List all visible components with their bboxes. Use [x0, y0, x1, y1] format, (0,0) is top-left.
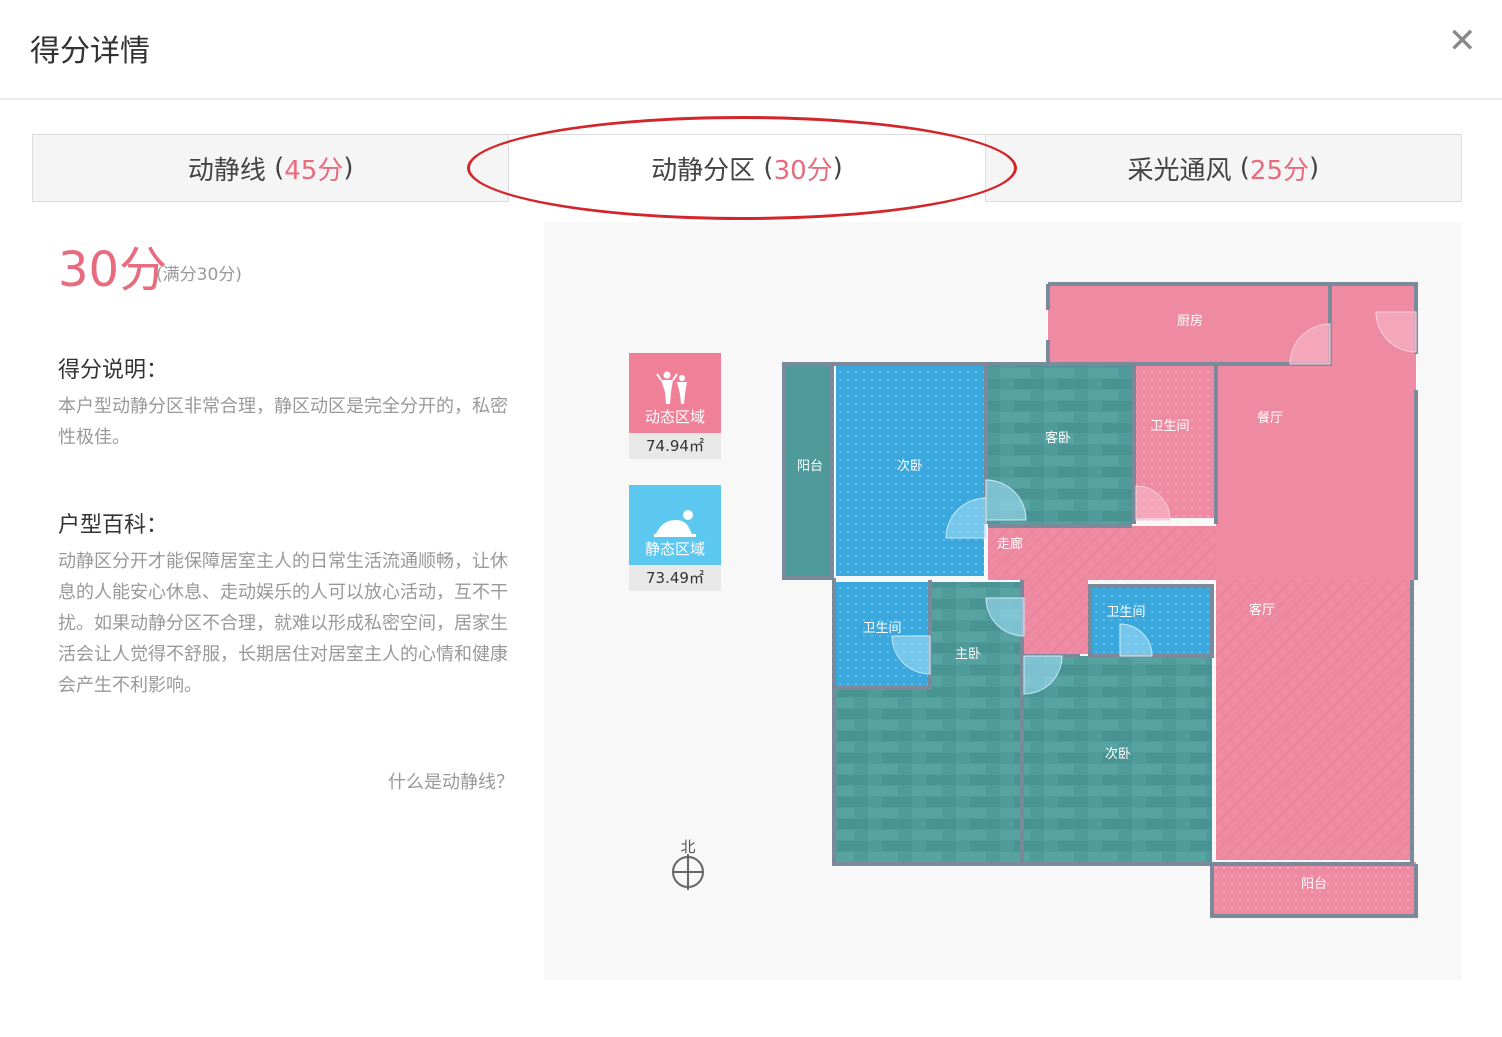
legend-static-box: 静态区域 — [629, 485, 721, 565]
floorplan: 厨房 餐厅 卫生间 客卧 次卧 阳台 走廊 卫生间 卫生间 主卧 次卧 客厅 阳… — [782, 282, 1418, 918]
encyclopedia-text: 动静区分开才能保障居室主人的日常生活流通顺畅，让休息的人能安心休息、走动娱乐的人… — [58, 551, 508, 696]
score-value: 30分 — [58, 242, 168, 298]
tab-bar: 动静线 (45分) 动静分区 (30分) 采光通风 (25分) — [32, 134, 1462, 204]
label-balcony-left: 阳台 — [797, 459, 823, 474]
room-dining — [1216, 364, 1416, 580]
label-bath3: 卫生间 — [1106, 605, 1145, 620]
sleeping-icon — [654, 510, 696, 537]
tab-score: 25分 — [1249, 155, 1309, 186]
explanation-heading: 得分说明： — [58, 358, 169, 383]
label-bath1: 卫生间 — [1150, 419, 1189, 434]
close-icon[interactable]: ✕ — [1448, 24, 1477, 58]
legend-dynamic-box: 动态区域 — [629, 353, 721, 433]
room-kitchen — [1048, 284, 1416, 364]
label-dining: 餐厅 — [1257, 410, 1283, 426]
dialog-header: 得分详情 ✕ — [0, 0, 1502, 100]
legend-dynamic: 动态区域 74.94㎡ — [629, 353, 721, 459]
tab-zoning[interactable]: 动静分区 (30分) — [509, 134, 986, 202]
tab-label: 采光通风 — [1127, 155, 1232, 186]
label-bedroom2: 次卧 — [897, 458, 923, 474]
label-bedroom3: 次卧 — [1105, 746, 1131, 762]
legend-dynamic-area: 74.94㎡ — [629, 433, 721, 459]
legend-static: 静态区域 73.49㎡ — [629, 485, 721, 591]
tab-label: 动静分区 — [651, 155, 756, 186]
encyclopedia-heading: 户型百科： — [58, 513, 169, 538]
tab-label: 动静线 — [187, 155, 266, 186]
label-kitchen: 厨房 — [1177, 313, 1203, 329]
label-bath2: 卫生间 — [862, 621, 901, 636]
legend-dynamic-label: 动态区域 — [644, 408, 705, 426]
tab-score: 45分 — [284, 155, 344, 186]
room-living — [1216, 580, 1412, 860]
label-living: 客厅 — [1249, 602, 1275, 618]
full-score: (满分30分) — [156, 265, 242, 285]
people-icon — [656, 371, 687, 404]
compass-icon: 北 — [672, 838, 704, 890]
explanation-text: 本户型动静分区非常合理，静区动区是完全分开的，私密性极佳。 — [58, 396, 508, 448]
legend-static-label: 静态区域 — [644, 540, 705, 558]
room-bath3 — [1092, 586, 1212, 656]
dialog-title: 得分详情 — [30, 34, 150, 69]
compass-label: 北 — [680, 838, 695, 856]
tab-light-ventilation[interactable]: 采光通风 (25分) — [985, 134, 1462, 202]
tab-score: 30分 — [773, 155, 833, 186]
help-link[interactable]: 什么是动静线？ — [388, 768, 514, 794]
label-balcony-bottom: 阳台 — [1301, 877, 1327, 892]
label-corridor: 走廊 — [997, 536, 1023, 552]
compass: 北 — [668, 836, 708, 892]
legend-static-area: 73.49㎡ — [629, 565, 721, 591]
label-guest: 客卧 — [1045, 430, 1071, 446]
tab-dynamic-line[interactable]: 动静线 (45分) — [32, 134, 510, 202]
label-master: 主卧 — [955, 647, 981, 662]
